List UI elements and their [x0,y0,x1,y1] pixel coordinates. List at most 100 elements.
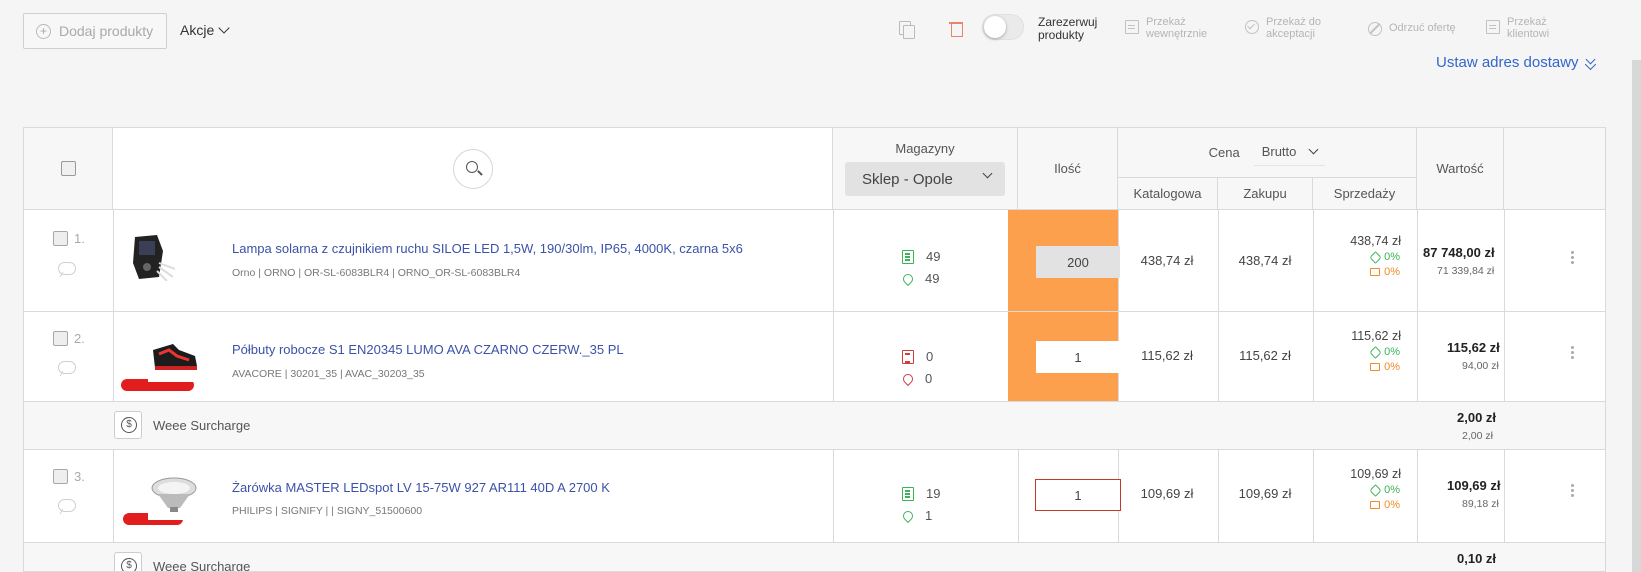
ban-icon [1368,22,1382,36]
value-net: 89,18 zł [1462,498,1499,510]
reserve-toggle[interactable] [982,14,1024,40]
transfer-client-label: Przekaż klientowi [1507,16,1550,40]
transfer-internal-label: Przekaż wewnętrznie [1146,16,1208,40]
more-options-icon[interactable] [1571,484,1574,487]
surcharge-row: Weee Surcharge 0,10 zł [24,543,1605,571]
warehouses-header: Magazyny Sklep - Opole [833,128,1018,210]
sale-price: 438,74 zł [1350,234,1401,248]
divider [833,312,834,401]
row-checkbox[interactable] [53,231,68,246]
chevron-down-icon [1308,144,1319,154]
table-row: 1. Lampa solarna z czujnikiem ruchu SILO… [24,210,1605,312]
value-gross: 87 748,00 zł [1423,245,1495,260]
reject-offer-button[interactable]: Odrzuć ofertę [1368,22,1478,36]
product-name-link[interactable]: Żarówka MASTER LEDspot LV 15-75W 927 AR1… [232,480,610,495]
stock-count: 19 [902,486,940,501]
transfer-client-button[interactable]: Przekaż klientowi [1486,16,1576,40]
sale-price: 115,62 zł [1351,329,1401,343]
discount-value: 0% [1384,484,1400,496]
warehouses-label: Magazyny [895,141,955,156]
price-mode-select[interactable]: Brutto [1253,140,1326,166]
transfer-internal-button[interactable]: Przekaż wewnętrznie [1125,16,1235,40]
briefcase-icon [1370,501,1381,509]
product-image[interactable] [148,468,200,520]
divider [1417,450,1418,542]
more-options-icon[interactable] [1571,251,1574,254]
surcharge-value-net: 2,00 zł [1462,430,1493,442]
surcharge-value-gross: 0,10 zł [1457,551,1497,566]
divider [113,450,114,542]
sale-price-cell[interactable]: 438,74 zł 0% 0% [1314,234,1417,278]
sale-price-cell[interactable]: 115,62 zł 0% 0% [1314,329,1417,373]
product-name-link[interactable]: Półbuty robocze S1 EN20345 LUMO AVA CZAR… [232,342,624,357]
row-checkbox[interactable] [53,469,68,484]
products-table: Magazyny Sklep - Opole Ilość Cena Brutto… [23,127,1606,572]
location-count: 49 [900,271,940,286]
product-image[interactable] [148,330,200,382]
actions-label: Akcje [180,22,215,38]
product-name-link[interactable]: Lampa solarna z czujnikiem ruchu SILOE L… [232,241,743,256]
set-delivery-address-link[interactable]: Ustaw adres dostawy [1436,54,1596,71]
briefcase-icon [1370,363,1381,371]
trash-icon[interactable] [948,20,966,38]
chevron-down-icon [982,168,993,179]
divider [113,312,114,401]
comment-icon[interactable] [58,499,76,512]
stock-empty-icon [902,349,914,364]
led-bulb-icon [151,477,197,512]
actions-header [1504,128,1605,210]
product-meta: Orno | ORNO | OR-SL-6083BLR4 | ORNO_OR-S… [232,267,521,279]
stock-count-value: 19 [926,486,941,501]
comment-icon[interactable] [58,361,76,374]
location-count-value: 49 [925,271,940,286]
sale-price-cell[interactable]: 109,69 zł 0% 0% [1314,467,1417,511]
divider [833,210,834,311]
scrollbar[interactable] [1632,60,1641,572]
discount: 0% [1314,345,1417,359]
divider [1417,312,1418,401]
search-icon[interactable] [452,148,493,189]
location-count-value: 0 [925,371,933,386]
product-meta: AVACORE | 30201_35 | AVAC_30203_35 [232,368,425,380]
discount-value: 0% [1384,346,1400,358]
divider [1504,312,1505,401]
product-image[interactable] [126,231,178,283]
quantity-input[interactable]: 200 [1036,246,1120,278]
reject-offer-label: Odrzuć ofertę [1389,22,1456,34]
reserve-label: Zarezerwuj produkty [1038,15,1098,42]
stock-icon [902,249,914,264]
stock-count-value: 49 [926,249,941,264]
row-number: 2. [74,331,85,346]
price-label: Cena [1208,145,1240,160]
catalog-price: 438,74 zł [1140,253,1194,268]
row-checkbox[interactable] [53,331,68,346]
value-net: 94,00 zł [1462,360,1499,372]
add-products-button[interactable]: + Dodaj produkty [23,13,167,49]
price-mode-value: Brutto [1261,143,1297,159]
select-all-checkbox[interactable] [60,161,76,176]
warehouse-select[interactable]: Sklep - Opole [845,162,1005,196]
chevron-down-icon [218,22,230,34]
quantity-header: Ilość [1018,128,1118,210]
comment-icon[interactable] [58,262,76,275]
purchase-price: 438,74 zł [1238,253,1292,268]
more-options-icon[interactable] [1571,346,1574,349]
quantity-input[interactable]: 1 [1035,479,1121,511]
stock-count: 49 [902,249,940,264]
search-cell [113,128,833,210]
quantity-input[interactable]: 1 [1036,341,1120,373]
purchase-price: 115,62 zł [1239,348,1291,363]
catalog-price: 109,69 zł [1140,486,1194,501]
transfer-accept-button[interactable]: Przekaż do akceptacji [1245,16,1345,40]
divider [1417,210,1418,311]
dollar-icon [114,552,142,571]
margin-value: 0% [1384,361,1400,373]
add-products-label: Dodaj produkty [59,23,154,39]
tag-icon [1369,345,1382,359]
actions-dropdown[interactable]: Akcje [180,22,230,38]
list-icon [1486,20,1500,34]
copy-icon[interactable] [897,20,915,39]
value-gross: 115,62 zł [1447,340,1500,355]
toggle-knob [984,16,1006,38]
value-net: 71 339,84 zł [1437,265,1495,277]
